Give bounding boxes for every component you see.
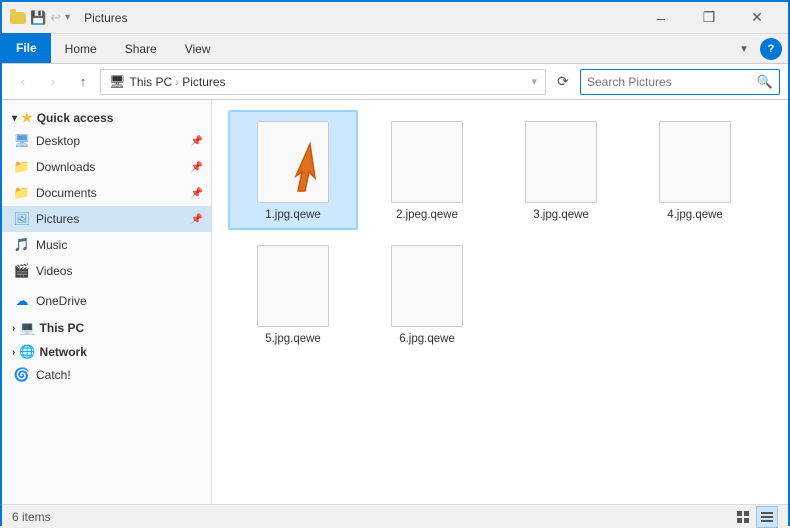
onedrive-icon: ☁ [14, 293, 30, 309]
address-path[interactable]: 🖥 This PC › Pictures ▾ [100, 69, 546, 95]
quick-save-icon[interactable]: 💾 [30, 10, 46, 26]
sidebar-item-label: Videos [36, 264, 72, 278]
item-count: 6 items [12, 510, 51, 524]
search-input[interactable] [587, 75, 753, 89]
network-icon: 🌐 [19, 344, 35, 360]
back-button[interactable]: ‹ [10, 69, 36, 95]
desktop-icon: 🖥 [14, 133, 30, 149]
file-thumbnail [257, 121, 329, 203]
file-name: 1.jpg.qewe [265, 209, 321, 221]
sidebar-item-label: Catch! [36, 368, 71, 382]
title-bar-left: 💾 ↩ ▾ Pictures [10, 10, 127, 26]
window-title: Pictures [84, 11, 127, 25]
search-box: 🔍 [580, 69, 780, 95]
file-item[interactable]: 5.jpg.qewe [228, 234, 358, 354]
videos-icon: 🎬 [14, 263, 30, 279]
view-buttons [732, 506, 778, 528]
pin-icon: 📌 [191, 188, 203, 199]
file-name: 3.jpg.qewe [533, 209, 589, 221]
pin-icon: 📌 [191, 136, 203, 147]
refresh-button[interactable]: ⟳ [550, 69, 576, 95]
ribbon-right: ▾ ? [732, 34, 788, 63]
title-bar: 💾 ↩ ▾ Pictures – ❐ ✕ [2, 2, 788, 34]
file-item[interactable]: 6.jpg.qewe [362, 234, 492, 354]
quick-undo-icon[interactable]: ↩ [50, 10, 61, 26]
sidebar-item-documents[interactable]: 📁 Documents 📌 [2, 180, 211, 206]
sidebar-item-videos[interactable]: 🎬 Videos [2, 258, 211, 284]
main-layout: ▾ ★ Quick access 🖥 Desktop 📌 📁 Downloads… [2, 100, 788, 504]
file-thumbnail [525, 121, 597, 203]
search-icon[interactable]: 🔍 [757, 74, 773, 90]
sidebar-item-label: Documents [36, 186, 97, 200]
file-name: 6.jpg.qewe [399, 333, 455, 345]
folder-icon [10, 10, 26, 26]
quick-dropdown-icon[interactable]: ▾ [65, 12, 70, 23]
path-dropdown-icon[interactable]: ▾ [531, 75, 537, 88]
quick-access-label[interactable]: ▾ ★ Quick access [2, 104, 211, 128]
minimize-button[interactable]: – [638, 2, 684, 34]
sidebar-item-catch[interactable]: 🌀 Catch! [2, 362, 211, 388]
sidebar-item-label: Desktop [36, 134, 80, 148]
sidebar-item-onedrive[interactable]: ☁ OneDrive [2, 288, 211, 314]
quick-icons: 💾 ↩ ▾ [10, 10, 70, 26]
grid-view-button[interactable] [756, 506, 778, 528]
maximize-button[interactable]: ❐ [686, 2, 732, 34]
pin-icon: 📌 [191, 214, 203, 225]
tab-share[interactable]: Share [111, 34, 171, 63]
file-item[interactable]: 4.jpg.qewe [630, 110, 760, 230]
address-bar: ‹ › ↑ 🖥 This PC › Pictures ▾ ⟳ 🔍 [2, 64, 788, 100]
sidebar-item-label: Pictures [36, 212, 79, 226]
file-area: 1.jpg.qewe 2.jpeg.qewe 3.jpg.qewe [212, 100, 788, 504]
pictures-icon: 🖼 [14, 211, 30, 227]
catch-icon: 🌀 [14, 367, 30, 383]
title-bar-controls: – ❐ ✕ [638, 2, 780, 34]
sidebar-item-downloads[interactable]: 📁 Downloads 📌 [2, 154, 211, 180]
docs-icon: 📁 [14, 185, 30, 201]
file-grid: 1.jpg.qewe 2.jpeg.qewe 3.jpg.qewe [228, 110, 772, 354]
chevron-down-icon: ▾ [12, 113, 17, 124]
file-name: 2.jpeg.qewe [396, 209, 458, 221]
sidebar-item-label: Music [36, 238, 67, 252]
tab-view[interactable]: View [171, 34, 225, 63]
file-item[interactable]: 3.jpg.qewe [496, 110, 626, 230]
tab-home[interactable]: Home [51, 34, 111, 63]
ribbon-collapse-btn[interactable]: ▾ [732, 37, 756, 61]
close-button[interactable]: ✕ [734, 2, 780, 34]
sidebar: ▾ ★ Quick access 🖥 Desktop 📌 📁 Downloads… [2, 100, 212, 504]
file-thumbnail [659, 121, 731, 203]
path-pictures[interactable]: Pictures [182, 75, 225, 89]
file-item[interactable]: 2.jpeg.qewe [362, 110, 492, 230]
star-icon: ★ [21, 110, 33, 126]
sidebar-item-desktop[interactable]: 🖥 Desktop 📌 [2, 128, 211, 154]
file-name: 5.jpg.qewe [265, 333, 321, 345]
pin-icon: 📌 [191, 162, 203, 173]
this-pc-label[interactable]: › 💻 This PC [2, 314, 211, 338]
downloads-icon: 📁 [14, 159, 30, 175]
file-name: 4.jpg.qewe [667, 209, 723, 221]
ribbon-tabs: File Home Share View ▾ ? [2, 34, 788, 64]
sidebar-item-music[interactable]: 🎵 Music [2, 232, 211, 258]
file-thumbnail [391, 121, 463, 203]
thispc-icon: 💻 [19, 320, 35, 336]
music-icon: 🎵 [14, 237, 30, 253]
help-button[interactable]: ? [760, 38, 782, 60]
path-thispc[interactable]: This PC [130, 75, 173, 89]
sidebar-item-pictures[interactable]: 🖼 Pictures 📌 [2, 206, 211, 232]
up-button[interactable]: ↑ [70, 69, 96, 95]
list-view-button[interactable] [732, 506, 754, 528]
file-item[interactable]: 1.jpg.qewe [228, 110, 358, 230]
file-thumbnail [257, 245, 329, 327]
path-breadcrumb-icon: 🖥 [109, 74, 126, 90]
file-thumbnail [391, 245, 463, 327]
status-bar: 6 items [2, 504, 788, 528]
sidebar-item-label: Downloads [36, 160, 95, 174]
chevron-right-icon: › [12, 347, 15, 358]
tab-file[interactable]: File [2, 33, 51, 63]
forward-button[interactable]: › [40, 69, 66, 95]
chevron-right-icon: › [12, 323, 15, 334]
sidebar-item-label: OneDrive [36, 294, 87, 308]
network-label[interactable]: › 🌐 Network [2, 338, 211, 362]
